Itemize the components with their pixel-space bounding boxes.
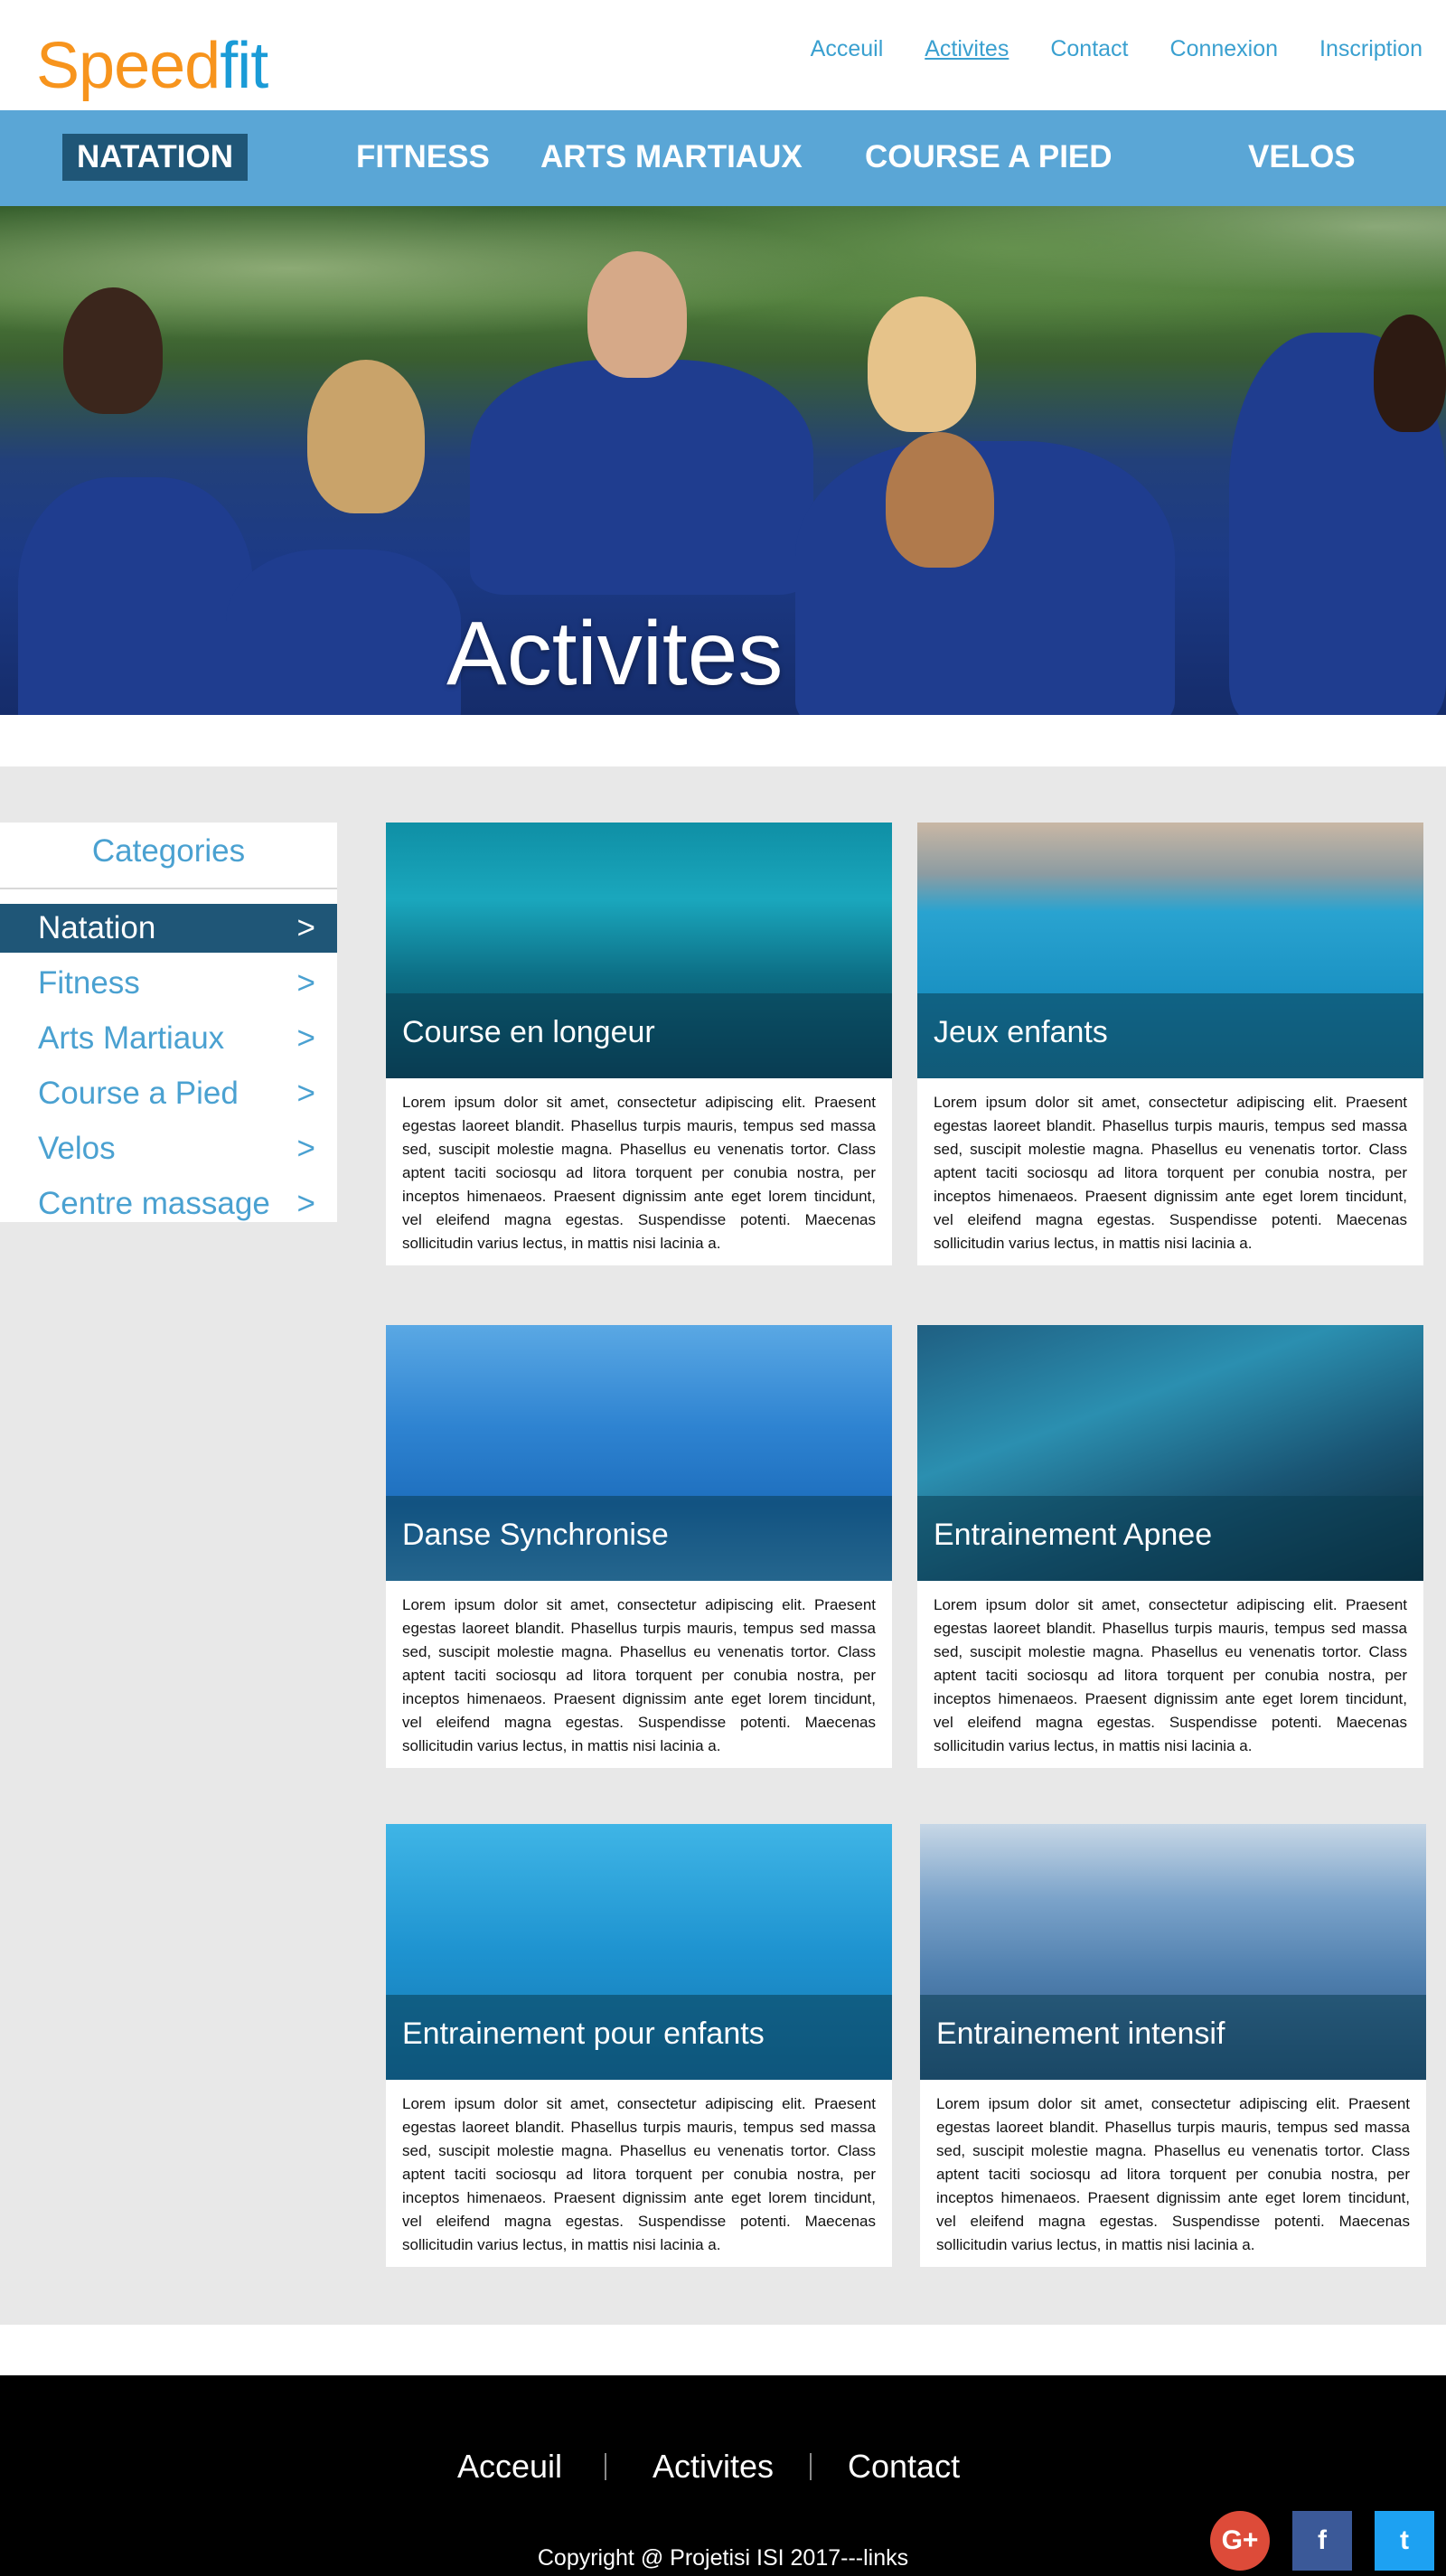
footer-separator <box>605 2453 606 2480</box>
activity-description: Lorem ipsum dolor sit amet, consectetur … <box>402 1094 876 1252</box>
hero-figure <box>886 432 994 568</box>
top-nav-connexion[interactable]: Connexion <box>1170 36 1279 62</box>
activity-title: Entrainement Apnee <box>934 1518 1213 1552</box>
chevron-right-icon: > <box>296 1076 315 1111</box>
sidebar-divider <box>0 888 337 889</box>
main-nav-natation[interactable]: NATATION <box>62 134 249 181</box>
hero-figure <box>18 477 253 715</box>
main-nav-course-a-pied[interactable]: COURSE A PIED <box>850 134 1127 181</box>
main-nav-velos[interactable]: VELOS <box>1234 134 1370 181</box>
chevron-right-icon: > <box>296 1131 315 1166</box>
google-plus-glyph: G+ <box>1221 2525 1259 2555</box>
hero-figure <box>587 251 687 378</box>
activity-caption: Entrainement Apnee <box>917 1496 1423 1581</box>
category-label: Centre massage <box>38 1186 270 1221</box>
activity-caption: Course en longeur <box>386 993 892 1078</box>
top-nav-inscription[interactable]: Inscription <box>1319 36 1423 62</box>
category-centre-massage[interactable]: Centre massage > <box>0 1180 337 1228</box>
category-fitness[interactable]: Fitness > <box>0 959 337 1008</box>
main-nav-fitness[interactable]: FITNESS <box>342 134 504 181</box>
chevron-right-icon: > <box>296 910 315 945</box>
main-nav-arts-martiaux[interactable]: ARTS MARTIAUX <box>526 134 817 181</box>
chevron-right-icon: > <box>296 965 315 1001</box>
activity-description: Lorem ipsum dolor sit amet, consectetur … <box>934 1596 1407 1754</box>
hero-figure <box>470 360 813 595</box>
activity-title: Entrainement intensif <box>936 2017 1225 2051</box>
activity-card[interactable]: Danse Synchronise Lorem ipsum dolor sit … <box>386 1325 892 1768</box>
footer-separator <box>810 2453 812 2480</box>
hero-figure <box>63 287 163 414</box>
hero-figure <box>868 296 976 432</box>
footer-nav-activites[interactable]: Activites <box>653 2448 774 2486</box>
activity-caption: Entrainement pour enfants <box>386 1995 892 2080</box>
activity-card[interactable]: Entrainement intensif Lorem ipsum dolor … <box>920 1824 1426 2267</box>
category-natation[interactable]: Natation > <box>0 904 337 953</box>
activity-description: Lorem ipsum dolor sit amet, consectetur … <box>402 2095 876 2253</box>
hero-banner: Activites <box>0 206 1446 715</box>
logo-fit-text: fit <box>220 30 268 102</box>
category-label: Fitness <box>38 965 140 1001</box>
hero-title: Activites <box>446 603 784 704</box>
site-header: Speedfit Acceuil Activites Contact Conne… <box>0 0 1446 110</box>
site-footer: Acceuil Activites Contact Copyright @ Pr… <box>0 2375 1446 2576</box>
category-velos[interactable]: Velos > <box>0 1124 337 1173</box>
twitter-icon[interactable]: t <box>1375 2511 1434 2571</box>
activity-title: Danse Synchronise <box>402 1518 669 1552</box>
activity-card[interactable]: Entrainement Apnee Lorem ipsum dolor sit… <box>917 1325 1423 1768</box>
activity-title: Jeux enfants <box>934 1015 1108 1049</box>
activity-caption: Jeux enfants <box>917 993 1423 1078</box>
activity-image: Danse Synchronise <box>386 1325 892 1581</box>
activity-description: Lorem ipsum dolor sit amet, consectetur … <box>936 2095 1410 2253</box>
google-plus-icon[interactable]: G+ <box>1210 2511 1270 2571</box>
category-label: Velos <box>38 1131 116 1166</box>
speedfit-logo[interactable]: Speedfit <box>36 16 334 102</box>
chevron-right-icon: > <box>296 1020 315 1056</box>
logo-wordmark: Speedfit <box>36 29 268 103</box>
activity-description: Lorem ipsum dolor sit amet, consectetur … <box>402 1596 876 1754</box>
activity-image: Course en longeur <box>386 823 892 1078</box>
main-content: Categories Natation > Fitness > Arts Marti… <box>0 766 1446 2325</box>
footer-nav-contact[interactable]: Contact <box>848 2448 960 2486</box>
top-nav: Acceuil Activites Contact Connexion Insc… <box>769 36 1423 62</box>
hero-figure <box>226 550 461 715</box>
activity-caption: Danse Synchronise <box>386 1496 892 1581</box>
main-nav: NATATION FITNESS ARTS MARTIAUX COURSE A … <box>0 110 1446 206</box>
activity-image: Jeux enfants <box>917 823 1423 1078</box>
sidebar-title: Categories <box>91 833 246 869</box>
category-label: Course a Pied <box>38 1076 239 1111</box>
hero-figure <box>1374 315 1446 432</box>
category-label: Natation <box>38 910 156 945</box>
logo-speed-text: Speed <box>36 30 221 102</box>
activity-title: Course en longeur <box>402 1015 655 1049</box>
activity-caption: Entrainement intensif <box>920 1995 1426 2080</box>
chevron-right-icon: > <box>296 1186 315 1221</box>
category-label: Arts Martiaux <box>38 1020 225 1056</box>
activity-description: Lorem ipsum dolor sit amet, consectetur … <box>934 1094 1407 1252</box>
activity-card[interactable]: Jeux enfants Lorem ipsum dolor sit amet,… <box>917 823 1423 1265</box>
categories-sidebar: Categories Natation > Fitness > Arts Marti… <box>0 823 337 1222</box>
activity-image: Entrainement pour enfants <box>386 1824 892 2080</box>
facebook-icon[interactable]: f <box>1292 2511 1352 2571</box>
category-course-a-pied[interactable]: Course a Pied > <box>0 1069 337 1118</box>
category-arts-martiaux[interactable]: Arts Martiaux > <box>0 1014 337 1063</box>
top-nav-contact[interactable]: Contact <box>1050 36 1128 62</box>
top-nav-activites[interactable]: Activites <box>925 36 1009 62</box>
twitter-glyph: t <box>1400 2525 1409 2555</box>
facebook-glyph: f <box>1318 2525 1327 2555</box>
hero-figure <box>307 360 425 513</box>
activity-card[interactable]: Course en longeur Lorem ipsum dolor sit … <box>386 823 892 1265</box>
activity-image: Entrainement intensif <box>920 1824 1426 2080</box>
activity-title: Entrainement pour enfants <box>402 2017 765 2051</box>
activity-card[interactable]: Entrainement pour enfants Lorem ipsum do… <box>386 1824 892 2267</box>
footer-nav-acceuil[interactable]: Acceuil <box>457 2448 562 2486</box>
top-nav-acceuil[interactable]: Acceuil <box>811 36 884 62</box>
activity-image: Entrainement Apnee <box>917 1325 1423 1581</box>
